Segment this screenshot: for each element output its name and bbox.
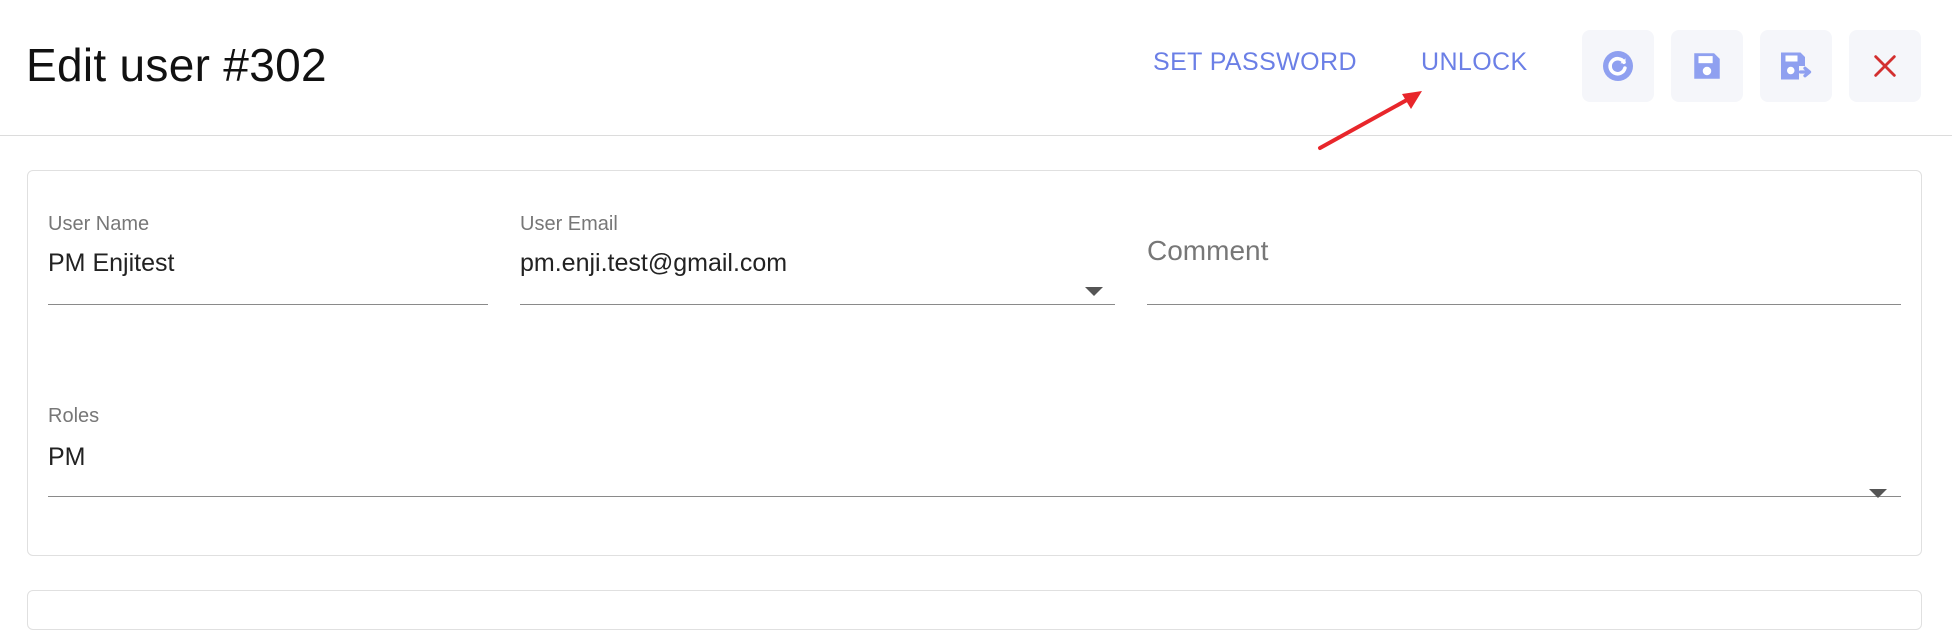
page-header: Edit user #302 SET PASSWORD UNLOCK [0, 0, 1952, 136]
secondary-card [27, 590, 1922, 630]
page-title: Edit user #302 [26, 39, 327, 91]
comment-field[interactable]: Comment [1147, 213, 1901, 305]
save-icon [1694, 53, 1720, 79]
save-and-exit-button[interactable] [1760, 30, 1832, 102]
user-email-field[interactable]: User Email pm.enji.test@gmail.com [520, 213, 1115, 305]
user-name-field[interactable]: User Name PM Enjitest [48, 213, 488, 305]
roles-dropdown-icon[interactable] [1869, 489, 1887, 498]
roles-field[interactable]: Roles PM [48, 405, 1901, 498]
set-password-button[interactable]: SET PASSWORD [1153, 48, 1357, 77]
roles-value: PM [48, 443, 86, 471]
user-email-label: User Email [520, 213, 618, 235]
refresh-button[interactable] [1582, 30, 1654, 102]
save-button[interactable] [1671, 30, 1743, 102]
roles-label: Roles [48, 405, 100, 427]
user-name-value: PM Enjitest [48, 249, 175, 277]
user-form-card: User Name PM Enjitest User Email pm.enji… [27, 170, 1922, 556]
refresh-icon [1603, 51, 1633, 81]
user-email-dropdown-icon[interactable] [1085, 287, 1103, 296]
annotation-arrow [1318, 91, 1422, 150]
user-email-value: pm.enji.test@gmail.com [520, 249, 788, 277]
save-and-exit-icon [1781, 52, 1812, 80]
close-icon [1874, 55, 1896, 77]
unlock-button[interactable]: UNLOCK [1421, 48, 1528, 77]
close-button[interactable] [1849, 30, 1921, 102]
comment-placeholder: Comment [1147, 235, 1269, 266]
user-name-label: User Name [48, 213, 150, 235]
